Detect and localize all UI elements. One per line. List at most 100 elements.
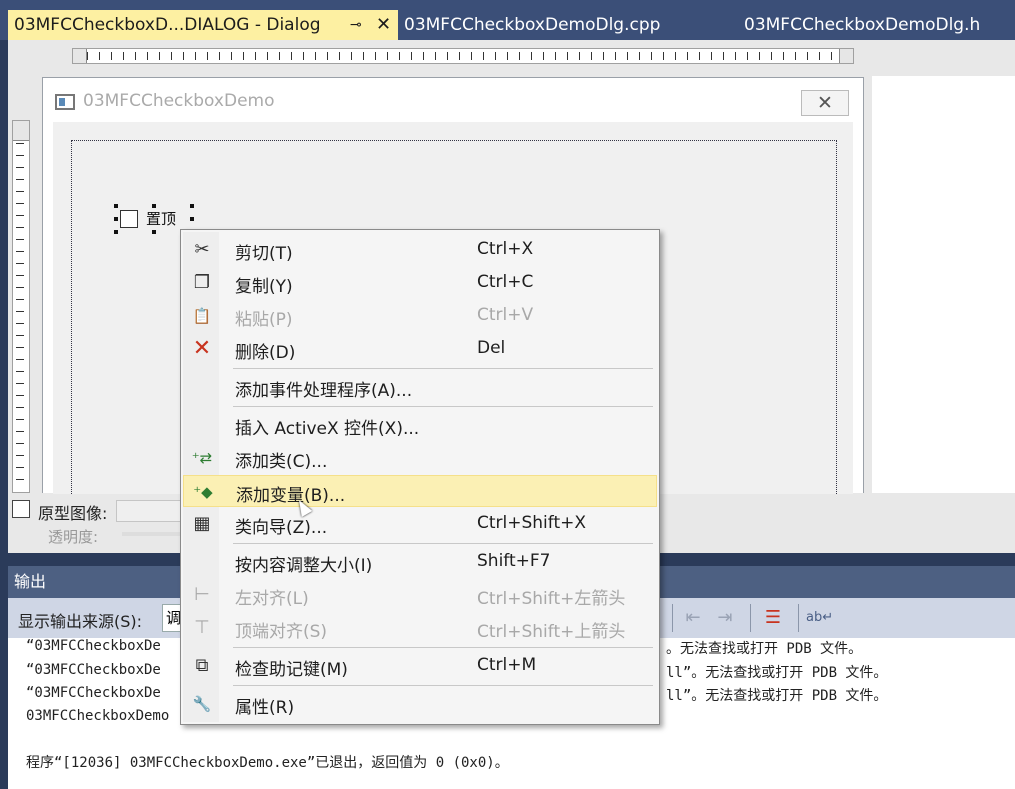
menu-item-label: 检查助记键(M) xyxy=(235,660,348,680)
tab-label: 03MFCCheckboxDemoDlg.cpp xyxy=(404,15,661,35)
menu-item-shortcut: Ctrl+Shift+上箭头 xyxy=(477,622,626,642)
copy-icon: ❐ xyxy=(193,272,211,293)
menu-item-label: 左对齐(L) xyxy=(235,589,309,609)
resize-handle[interactable] xyxy=(190,217,194,221)
dialog-close-button[interactable]: ✕ xyxy=(801,90,849,116)
output-line-tail: 。无法查找或打开 PDB 文件。 xyxy=(666,641,863,657)
output-line: “03MFCCheckboxDe xyxy=(26,662,161,678)
menu-item-delete[interactable]: ✕ 删除(D) Del xyxy=(183,333,657,365)
ruler-ticks xyxy=(16,143,24,488)
menu-item-add-event-handler[interactable]: 添加事件处理程序(A)... xyxy=(183,371,657,403)
clear-all-icon[interactable]: ☰ xyxy=(760,606,786,630)
output-line: 程序“[12036] 03MFCCheckboxDemo.exe”已退出，返回值… xyxy=(26,755,509,771)
menu-item-label: 粘贴(P) xyxy=(235,310,293,330)
delete-icon: ✕ xyxy=(192,336,212,361)
menu-item-label: 类向导(Z)... xyxy=(235,518,328,538)
menu-item-label: 添加变量(B)... xyxy=(236,486,346,506)
resize-handle[interactable] xyxy=(190,204,194,208)
align-top-icon: ⊤ xyxy=(194,617,210,638)
menu-item-label: 顶端对齐(S) xyxy=(235,622,328,642)
add-variable-icon: ⁺◆ xyxy=(193,483,213,501)
close-icon[interactable]: ✕ xyxy=(376,10,391,40)
menu-item-insert-activex[interactable]: 插入 ActiveX 控件(X)... xyxy=(183,409,657,441)
menu-item-shortcut: Shift+F7 xyxy=(477,551,551,571)
output-line: 03MFCCheckboxDemo xyxy=(26,708,170,724)
horizontal-ruler[interactable] xyxy=(72,48,854,64)
app-icon xyxy=(55,94,75,110)
tab-label: 03MFCCheckboxDemoDlg.h xyxy=(744,15,981,35)
menu-item-label: 按内容调整大小(I) xyxy=(235,556,373,576)
menu-item-add-variable[interactable]: ⁺◆ 添加变量(B)... xyxy=(183,475,657,507)
output-line: “03MFCCheckboxDe xyxy=(26,638,161,654)
document-tab-bar: 03MFCCheckboxD...DIALOG - Dialog ⊸ ✕ 03M… xyxy=(0,0,1015,40)
resize-handle[interactable] xyxy=(114,204,118,208)
add-class-icon: ⁺⇄ xyxy=(191,449,213,467)
menu-item-check-mnemonics[interactable]: ⧉ 检查助记键(M) Ctrl+M xyxy=(183,650,657,682)
menu-item-label: 剪切(T) xyxy=(235,244,293,264)
align-left-icon: ⊢ xyxy=(194,584,210,605)
menu-item-shortcut: Ctrl+X xyxy=(477,239,534,259)
menu-item-label: 删除(D) xyxy=(235,343,296,363)
prev-message-icon[interactable]: ⇤ xyxy=(680,606,706,630)
prototype-image-label: 原型图像: xyxy=(38,504,108,523)
output-line-tail: ll”。无法查找或打开 PDB 文件。 xyxy=(666,688,888,704)
menu-separator xyxy=(233,368,653,369)
menu-item-shortcut: Ctrl+V xyxy=(477,305,534,325)
resize-handle[interactable] xyxy=(114,217,118,221)
resize-handle[interactable] xyxy=(114,230,118,234)
dialog-title: 03MFCCheckboxDemo xyxy=(83,91,275,111)
prototype-image-checkbox[interactable] xyxy=(12,500,30,518)
menu-separator xyxy=(233,406,653,407)
scissors-icon: ✂ xyxy=(194,239,210,260)
menu-item-align-top[interactable]: ⊤ 顶端对齐(S) Ctrl+Shift+上箭头 xyxy=(183,612,657,644)
ruler-left-handle[interactable] xyxy=(73,49,87,63)
menu-item-shortcut: Ctrl+Shift+X xyxy=(477,513,587,533)
tab-dlg-cpp[interactable]: 03MFCCheckboxDemoDlg.cpp xyxy=(404,10,660,40)
tab-label: 03MFCCheckboxD...DIALOG - Dialog xyxy=(14,15,321,35)
menu-item-label: 添加类(C)... xyxy=(235,452,328,472)
checkbox-label: 置顶 xyxy=(146,210,177,228)
menu-item-shortcut: Ctrl+M xyxy=(477,655,537,675)
resize-handle[interactable] xyxy=(152,204,156,208)
menu-item-add-class[interactable]: ⁺⇄ 添加类(C)... xyxy=(183,442,657,474)
ruler-right-handle[interactable] xyxy=(839,49,853,63)
toolbar-separator xyxy=(672,604,673,632)
pin-icon[interactable]: ⊸ xyxy=(350,10,362,40)
menu-separator xyxy=(233,647,653,648)
menu-item-label: 插入 ActiveX 控件(X)... xyxy=(235,419,420,439)
toolbar-separator xyxy=(798,604,799,632)
menu-item-copy[interactable]: ❐ 复制(Y) Ctrl+C xyxy=(183,267,657,299)
toolbar-separator xyxy=(750,604,751,632)
opacity-label: 透明度: xyxy=(48,528,99,546)
vertical-ruler[interactable] xyxy=(12,120,30,493)
next-message-icon[interactable]: ⇥ xyxy=(712,606,738,630)
output-line: “03MFCCheckboxDe xyxy=(26,685,161,701)
menu-item-label: 添加事件处理程序(A)... xyxy=(235,381,413,401)
menu-item-label: 属性(R) xyxy=(235,698,295,718)
dialog-title-bar: 03MFCCheckboxDemo ✕ xyxy=(43,78,863,122)
tab-dlg-h[interactable]: 03MFCCheckboxDemoDlg.h xyxy=(744,10,980,40)
checkbox[interactable] xyxy=(120,210,138,228)
output-source-label: 显示输出来源(S): xyxy=(18,612,143,631)
menu-item-shortcut: Ctrl+C xyxy=(477,272,534,292)
menu-item-shortcut: Ctrl+Shift+左箭头 xyxy=(477,589,626,609)
output-line-tail: ll”。无法查找或打开 PDB 文件。 xyxy=(666,665,888,681)
menu-separator xyxy=(233,685,653,686)
menu-item-properties[interactable]: 🔧 属性(R) xyxy=(183,688,657,720)
ruler-top-handle[interactable] xyxy=(13,121,29,141)
menu-item-shortcut: Del xyxy=(477,338,506,358)
paste-icon: 📋 xyxy=(192,307,212,325)
resize-handle[interactable] xyxy=(152,230,156,234)
menu-item-paste[interactable]: 📋 粘贴(P) Ctrl+V xyxy=(183,300,657,332)
menu-item-align-left[interactable]: ⊢ 左对齐(L) Ctrl+Shift+左箭头 xyxy=(183,579,657,611)
menu-item-size-to-content[interactable]: 按内容调整大小(I) Shift+F7 xyxy=(183,546,657,578)
menu-item-class-wizard[interactable]: ▦ 类向导(Z)... Ctrl+Shift+X xyxy=(183,508,657,540)
menu-item-cut[interactable]: ✂ 剪切(T) Ctrl+X xyxy=(183,234,657,266)
wrench-icon: 🔧 xyxy=(192,695,212,713)
class-wizard-icon: ▦ xyxy=(193,513,211,534)
word-wrap-icon[interactable]: ab↵ xyxy=(806,606,833,630)
designer-background xyxy=(872,76,1015,493)
context-menu: ✂ 剪切(T) Ctrl+X ❐ 复制(Y) Ctrl+C 📋 粘贴(P) Ct… xyxy=(180,229,660,725)
tab-dialog-designer[interactable]: 03MFCCheckboxD...DIALOG - Dialog ⊸ ✕ xyxy=(8,10,398,40)
menu-separator xyxy=(233,543,653,544)
